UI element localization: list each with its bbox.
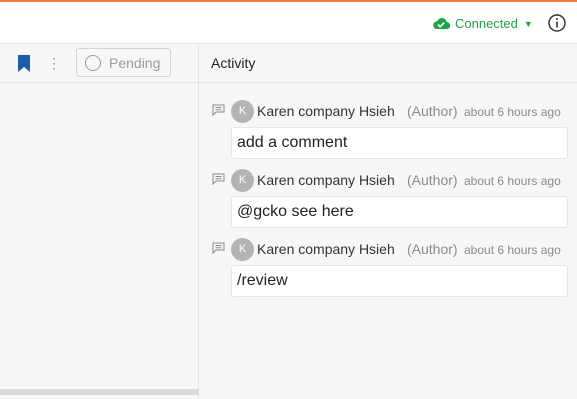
- activity-entry: K Karen company Hsieh (Author) about 6 h…: [199, 162, 577, 228]
- author-name: Karen company Hsieh: [257, 172, 395, 188]
- avatar: K: [231, 238, 254, 261]
- author-name: Karen company Hsieh: [257, 103, 395, 119]
- activity-header: Activity: [199, 44, 577, 83]
- timestamp: about 6 hours ago: [464, 105, 561, 119]
- activity-pane: Activity K Karen company Hsieh (Author) …: [199, 44, 577, 399]
- comment-icon: [212, 104, 225, 116]
- top-bar: Connected ▼: [0, 2, 577, 44]
- bookmark-icon[interactable]: [17, 54, 31, 73]
- activity-entry: K Karen company Hsieh (Author) about 6 h…: [199, 231, 577, 297]
- horizontal-scrollbar[interactable]: [0, 389, 198, 395]
- cloud-check-icon: [433, 17, 451, 30]
- author-role: (Author): [407, 172, 458, 188]
- author-role: (Author): [407, 241, 458, 257]
- more-options-icon[interactable]: ⋮: [47, 54, 61, 72]
- activity-title: Activity: [211, 55, 256, 71]
- comment-icon: [212, 242, 225, 254]
- connection-status[interactable]: Connected ▼: [431, 14, 533, 32]
- comment-text: /review: [231, 265, 568, 297]
- circle-icon: [85, 54, 101, 71]
- left-pane: ⋮ Pending: [0, 44, 199, 399]
- author-role: (Author): [407, 103, 458, 119]
- avatar: K: [231, 169, 254, 192]
- connection-status-label: Connected: [455, 15, 518, 31]
- pending-button-label: Pending: [109, 54, 161, 71]
- comment-text: add a comment: [231, 127, 568, 159]
- pending-button[interactable]: Pending: [76, 48, 171, 77]
- comment-text: @gcko see here: [231, 196, 568, 228]
- chevron-down-icon: ▼: [523, 18, 533, 29]
- comment-icon: [212, 173, 225, 185]
- timestamp: about 6 hours ago: [464, 243, 561, 257]
- timestamp: about 6 hours ago: [464, 174, 561, 188]
- activity-entry: K Karen company Hsieh (Author) about 6 h…: [199, 93, 577, 159]
- info-icon[interactable]: [547, 13, 567, 33]
- author-name: Karen company Hsieh: [257, 241, 395, 257]
- left-toolbar: ⋮ Pending: [0, 44, 198, 83]
- avatar: K: [231, 100, 254, 123]
